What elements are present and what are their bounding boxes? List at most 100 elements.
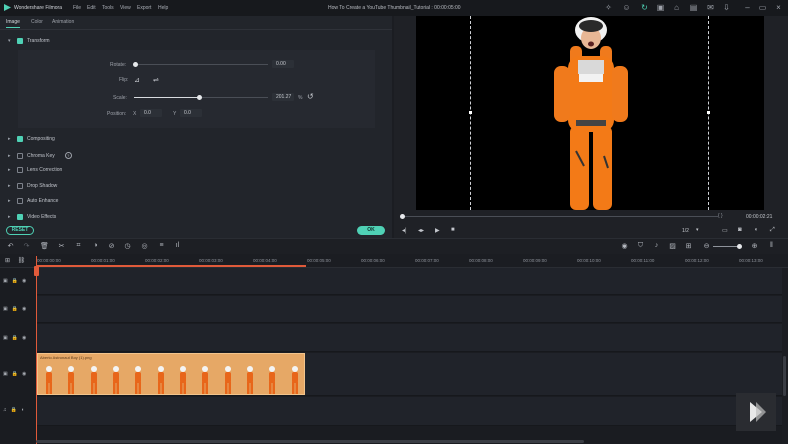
eye-icon[interactable]: ◉: [22, 306, 26, 312]
playhead-handle[interactable]: [34, 266, 39, 276]
lock-icon[interactable]: 🔒: [12, 371, 18, 377]
lens-correction-section[interactable]: ▸ Lens Correction: [8, 167, 62, 173]
render-icon[interactable]: ◉: [620, 242, 629, 250]
microphone-icon[interactable]: ♪: [652, 242, 661, 249]
display-icon[interactable]: ▭: [722, 227, 728, 234]
step-back-icon[interactable]: ◂|: [402, 227, 407, 234]
mixer-icon[interactable]: ▨: [668, 242, 677, 250]
scale-value-field[interactable]: 201.27: [272, 93, 294, 101]
rotate-slider-knob[interactable]: [133, 62, 138, 67]
video-effects-checkbox[interactable]: [17, 214, 23, 220]
previous-frame-icon[interactable]: ◂▸: [418, 227, 424, 234]
tab-animation[interactable]: Animation: [52, 19, 74, 25]
eye-icon[interactable]: ◉: [22, 278, 26, 284]
zoom-out-icon[interactable]: ⊖: [702, 242, 711, 250]
audio-wave-icon[interactable]: ıl: [173, 242, 182, 249]
chroma-key-checkbox[interactable]: [17, 152, 23, 159]
help-icon[interactable]: ?: [64, 152, 72, 159]
work-area-range[interactable]: [36, 265, 306, 267]
close-icon[interactable]: ×: [774, 3, 783, 12]
lightbulb-icon[interactable]: ✧: [604, 3, 613, 12]
snapshot-icon[interactable]: ◙: [738, 227, 742, 233]
video-effects-section[interactable]: ▸ Video Effects: [8, 214, 56, 220]
download-icon[interactable]: ⇩: [722, 3, 731, 12]
video-preview[interactable]: [416, 16, 764, 210]
lock-icon[interactable]: 🔒: [12, 306, 18, 312]
sync-icon[interactable]: ↻: [640, 3, 649, 12]
reset-scale-icon[interactable]: ↺: [307, 92, 314, 101]
resize-handle[interactable]: [707, 111, 710, 114]
eye-icon[interactable]: ◉: [22, 371, 26, 377]
preview-quality[interactable]: 1/2: [682, 228, 689, 234]
lock-icon[interactable]: 🔒: [11, 407, 17, 413]
volume-icon[interactable]: ◖: [754, 227, 758, 233]
fullscreen-icon[interactable]: ⤢: [770, 227, 775, 234]
link-icon[interactable]: ⛓: [17, 257, 26, 264]
flip-horizontal-icon[interactable]: ⊿: [134, 76, 140, 84]
undo-icon[interactable]: ↶: [6, 242, 15, 250]
maximize-icon[interactable]: ▭: [758, 3, 767, 12]
cut-icon[interactable]: ✂: [57, 242, 66, 250]
compositing-checkbox[interactable]: [17, 136, 23, 142]
auto-enhance-checkbox[interactable]: [17, 198, 23, 204]
lock-icon[interactable]: 🔒: [12, 335, 18, 341]
stop-icon[interactable]: ■: [451, 227, 455, 233]
delete-icon[interactable]: 🗑: [40, 242, 49, 250]
ok-button[interactable]: OK: [357, 226, 385, 235]
eye-icon[interactable]: ◉: [22, 335, 26, 341]
minimize-icon[interactable]: –: [743, 3, 752, 12]
redo-icon[interactable]: ↷: [22, 242, 31, 250]
speaker-icon[interactable]: ◖: [21, 407, 24, 413]
menu-tools[interactable]: Tools: [102, 5, 114, 11]
zoom-slider-knob[interactable]: [737, 244, 742, 249]
drop-shadow-section[interactable]: ▸ Drop Shadow: [8, 183, 57, 189]
chevron-down-icon[interactable]: ▾: [696, 227, 699, 233]
crop-icon[interactable]: ⌗: [74, 242, 83, 250]
timeline-clip[interactable]: Aberto Astronaut Boy (1).png: [37, 353, 305, 395]
marker-icon[interactable]: ⛉: [636, 242, 645, 250]
play-icon[interactable]: ▶: [435, 227, 440, 234]
mark-brackets-icon[interactable]: { }: [718, 213, 723, 219]
color-icon[interactable]: ◑: [91, 242, 100, 249]
zoom-in-icon[interactable]: ⊕: [750, 242, 759, 250]
save-icon[interactable]: ▤: [689, 3, 698, 12]
green-screen-icon[interactable]: ◎: [140, 242, 149, 250]
speed-icon[interactable]: ⊘: [107, 242, 116, 250]
store-icon[interactable]: ⌂: [672, 3, 681, 12]
transform-section-header[interactable]: ▾ Transform: [8, 38, 50, 44]
reset-button[interactable]: RESET: [6, 226, 34, 235]
add-track-icon[interactable]: ⊞: [3, 257, 12, 264]
compositing-section[interactable]: ▸ Compositing: [8, 136, 55, 142]
menu-view[interactable]: View: [120, 5, 131, 11]
flip-vertical-icon[interactable]: ⇌: [153, 76, 159, 84]
adjust-icon[interactable]: ≡: [157, 242, 166, 249]
tab-image[interactable]: Image: [6, 19, 20, 28]
lock-icon[interactable]: 🔒: [12, 278, 18, 284]
menu-help[interactable]: Help: [158, 5, 168, 11]
menu-file[interactable]: File: [73, 5, 81, 11]
timeline-vertical-scrollbar[interactable]: [783, 356, 786, 396]
scale-slider-knob[interactable]: [197, 95, 202, 100]
playhead[interactable]: [36, 256, 37, 444]
account-icon[interactable]: ☺: [622, 3, 631, 12]
tab-color[interactable]: Color: [31, 19, 43, 25]
mail-icon[interactable]: ✉: [706, 3, 715, 12]
preview-progress-knob[interactable]: [400, 214, 405, 219]
timeline-horizontal-scrollbar[interactable]: [36, 440, 584, 443]
preview-progress-bar[interactable]: [402, 216, 718, 217]
pos-x-field[interactable]: 0.0: [140, 109, 162, 117]
pause-icon[interactable]: ‖: [767, 242, 776, 249]
chroma-key-section[interactable]: ▸ Chroma Key ?: [8, 152, 72, 159]
menu-export[interactable]: Export: [137, 5, 151, 11]
duration-icon[interactable]: ◷: [123, 242, 132, 250]
rotate-slider[interactable]: [134, 64, 268, 65]
transform-checkbox[interactable]: [17, 38, 23, 44]
lens-correction-checkbox[interactable]: [17, 167, 23, 173]
gift-icon[interactable]: ▣: [656, 3, 665, 12]
insert-icon[interactable]: ⊞: [684, 242, 693, 250]
timeline-ruler[interactable]: ⊞ ⛓ 00:00:00:00 00:00:01:00 00:00:02:00 …: [0, 254, 788, 268]
auto-enhance-section[interactable]: ▸ Auto Enhance: [8, 198, 58, 204]
menu-edit[interactable]: Edit: [87, 5, 96, 11]
drop-shadow-checkbox[interactable]: [17, 183, 23, 189]
resize-handle[interactable]: [469, 111, 472, 114]
